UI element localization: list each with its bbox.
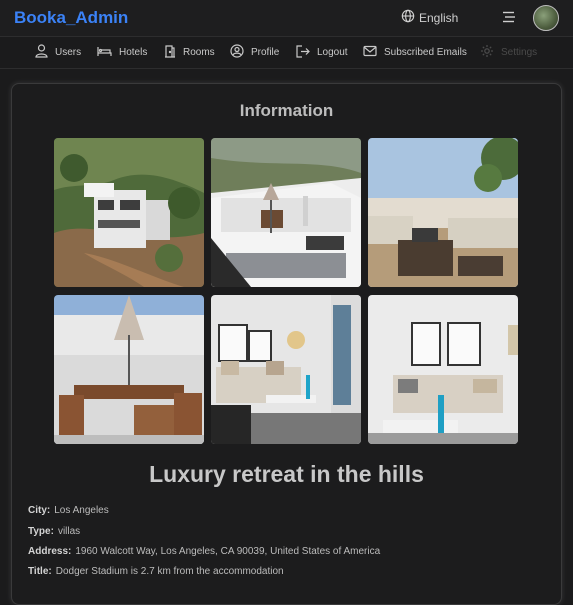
- door-icon: [164, 44, 176, 61]
- hotel-photo[interactable]: [368, 138, 518, 287]
- nav-item-users[interactable]: Users: [35, 37, 81, 68]
- detail-value: Los Angeles: [54, 505, 109, 516]
- hotel-name: Luxury retreat in the hills: [149, 461, 424, 487]
- language-selector[interactable]: English: [401, 9, 458, 26]
- detail-label: Type:: [28, 526, 54, 537]
- nav-label: Logout: [317, 47, 348, 58]
- nav-item-profile[interactable]: Profile: [230, 37, 279, 68]
- page-title: Information: [239, 101, 334, 120]
- user-icon: [35, 44, 48, 61]
- gear-icon: [480, 44, 494, 61]
- profile-circle-icon: [230, 44, 244, 61]
- mail-icon: [363, 45, 377, 60]
- nav-label: Subscribed Emails: [384, 47, 467, 58]
- nav-label: Hotels: [119, 47, 148, 58]
- avatar[interactable]: [533, 5, 559, 31]
- top-bar: Booka_Admin English: [0, 0, 573, 37]
- menu-icon[interactable]: [502, 10, 516, 28]
- detail-value: 1960 Walcott Way, Los Angeles, CA 90039,…: [75, 546, 381, 557]
- nav-label: Users: [55, 47, 82, 58]
- nav-item-settings: Settings: [480, 37, 537, 68]
- detail-city: City: Los Angeles: [28, 505, 109, 516]
- moon-icon[interactable]: [472, 8, 486, 29]
- nav-item-rooms[interactable]: Rooms: [164, 37, 215, 68]
- detail-type: Type: villas: [28, 526, 80, 537]
- hotel-photo[interactable]: [211, 138, 361, 287]
- hotel-photo[interactable]: [368, 295, 518, 444]
- nav-item-hotels[interactable]: Hotels: [97, 37, 147, 68]
- detail-label: City:: [28, 505, 51, 516]
- nav-label: Settings: [501, 47, 538, 58]
- hotel-photo[interactable]: [211, 295, 361, 444]
- detail-label: Address:: [28, 546, 72, 557]
- bed-icon: [97, 45, 112, 60]
- globe-icon: [401, 9, 415, 26]
- nav-item-subscribed-emails[interactable]: Subscribed Emails: [363, 37, 467, 68]
- detail-address: Address: 1960 Walcott Way, Los Angeles, C…: [28, 546, 380, 557]
- language-label: English: [419, 10, 459, 25]
- nav-label: Profile: [251, 47, 280, 58]
- detail-value: villas: [57, 526, 81, 537]
- hotel-photo[interactable]: [54, 138, 204, 287]
- hotel-photo[interactable]: [54, 295, 204, 444]
- logout-icon: [296, 44, 310, 61]
- brand-logo[interactable]: Booka_Admin: [14, 8, 128, 28]
- nav-bar: Users Hotels Rooms Profile Logout Subscr…: [0, 37, 573, 69]
- nav-label: Rooms: [183, 47, 215, 58]
- nav-item-logout[interactable]: Logout: [296, 37, 348, 68]
